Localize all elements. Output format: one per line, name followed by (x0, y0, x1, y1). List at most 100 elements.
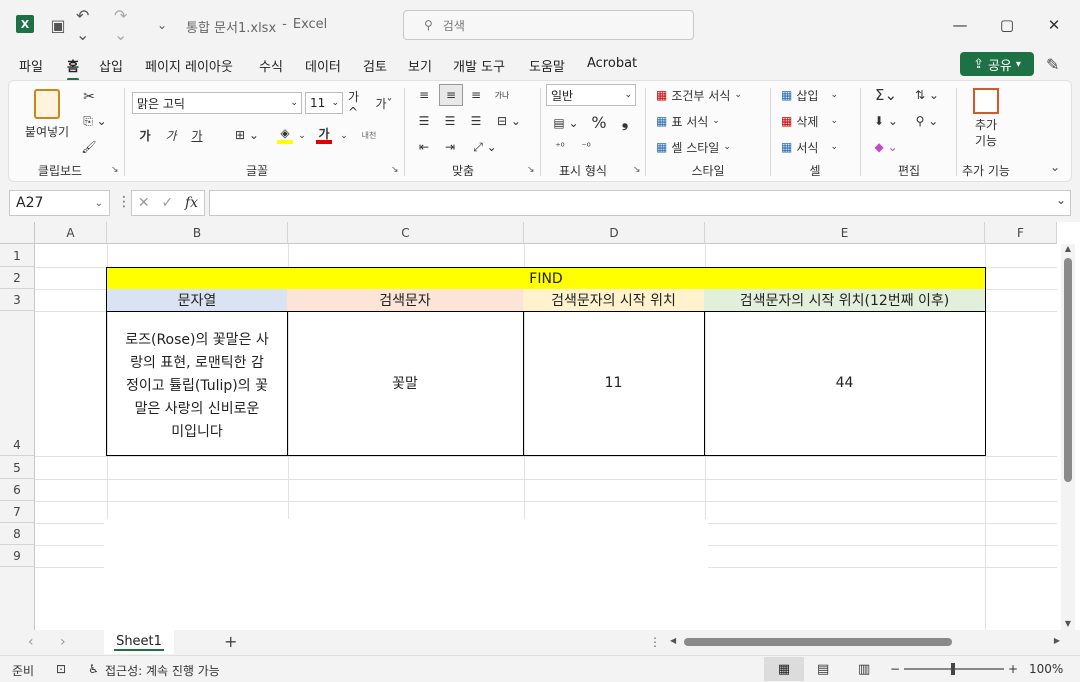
align-top-icon[interactable]: ≡ (414, 86, 434, 104)
autosum-icon[interactable]: Σ⌄ (870, 86, 902, 104)
zoom-in-icon[interactable]: + (1008, 662, 1018, 676)
delete-cells-button[interactable]: ▦ 삭제 ⌄ (781, 112, 838, 130)
align-right-icon[interactable]: ☰ (466, 112, 486, 130)
row-header-2[interactable]: 2 (0, 267, 35, 289)
currency-icon[interactable]: ▤ ⌄ (550, 114, 582, 132)
position-after-cell[interactable]: 44 (704, 311, 986, 456)
borders-icon[interactable]: ⊞ ⌄ (230, 126, 264, 144)
row-header-3[interactable]: 3 (0, 289, 35, 311)
format-painter-icon[interactable]: 🖌 (80, 138, 98, 156)
more-icon[interactable]: ⋮ (117, 194, 131, 210)
addins-button[interactable]: 추가 기능 (964, 86, 1008, 152)
enter-icon[interactable]: ✓ (161, 195, 173, 211)
phonetic-button[interactable]: 내천 (358, 126, 380, 144)
grow-font-button[interactable]: 가^ (348, 90, 368, 119)
dialog-launcher-icon[interactable]: ↘ (527, 165, 535, 175)
percent-icon[interactable]: % (590, 112, 608, 132)
prev-sheet-icon[interactable]: ‹ (28, 634, 34, 650)
paste-button[interactable]: 붙여넣기 (22, 86, 72, 142)
column-header-f[interactable]: F (985, 222, 1057, 244)
share-button[interactable]: ⇪ 공유 ▾ (960, 52, 1034, 76)
cut-icon[interactable]: ✂ (80, 88, 98, 106)
minimize-button[interactable]: — (937, 12, 983, 38)
align-middle-icon[interactable]: ≡ (439, 84, 463, 106)
column-header-d[interactable]: D (524, 222, 705, 244)
name-box[interactable]: A27 ⌄ (9, 190, 110, 216)
column-header-e[interactable]: E (705, 222, 985, 244)
decrease-decimal-icon[interactable]: ⁻⁰ (576, 138, 596, 156)
insert-cells-button[interactable]: ▦ 삽입 ⌄ (781, 86, 838, 104)
row-header-8[interactable]: 8 (0, 523, 35, 545)
row-header-7[interactable]: 7 (0, 501, 35, 523)
next-sheet-icon[interactable]: › (60, 634, 66, 650)
title-cell[interactable]: FIND (106, 267, 986, 290)
orientation-icon[interactable]: ⤢ ⌄ (470, 138, 500, 156)
sheet-tab-sheet1[interactable]: Sheet1 (104, 630, 174, 654)
undo-icon[interactable]: ↶ ⌄ (76, 6, 106, 44)
comma-icon[interactable]: ❟ (618, 112, 632, 132)
font-name-select[interactable]: 맑은 고딕 ⌄ (132, 92, 302, 114)
redo-icon[interactable]: ↷ ⌄ (114, 6, 144, 44)
more-icon[interactable]: ⋮ (649, 635, 661, 649)
underline-button[interactable]: 가 (188, 126, 206, 144)
zoom-level[interactable]: 100% (1029, 662, 1063, 676)
wrap-text-button[interactable]: 가나 (492, 86, 512, 104)
normal-view-icon[interactable]: ▦ (764, 657, 804, 681)
row-header-6[interactable]: 6 (0, 479, 35, 501)
zoom-slider[interactable] (904, 663, 1004, 675)
horizontal-scrollbar[interactable]: ◀ ▶ (670, 636, 1060, 648)
find-select-icon[interactable]: ⚲ ⌄ (910, 112, 944, 130)
tab-page-layout[interactable]: 페이지 레이아웃 (145, 56, 233, 75)
zoom-slider-thumb[interactable] (951, 663, 955, 675)
decrease-indent-icon[interactable]: ⇤ (414, 138, 434, 156)
page-layout-view-icon[interactable]: ▤ (817, 662, 829, 677)
search-box[interactable]: ⚲ 검색 (403, 10, 694, 40)
clear-icon[interactable]: ◆ ⌄ (870, 138, 902, 156)
italic-button[interactable]: 가 (162, 126, 180, 144)
header-cell-position[interactable]: 검색문자의 시작 위치 (523, 289, 705, 312)
number-format-select[interactable]: 일반 ⌄ (546, 84, 636, 106)
save-icon[interactable]: ▣ (48, 14, 68, 36)
tab-formulas[interactable]: 수식 (259, 56, 283, 75)
font-size-select[interactable]: 11 ⌄ (305, 92, 343, 114)
increase-indent-icon[interactable]: ⇥ (440, 138, 460, 156)
fill-color-icon[interactable]: ◈ (277, 126, 293, 144)
align-center-icon[interactable]: ☰ (440, 112, 460, 130)
select-all-corner[interactable] (0, 222, 35, 244)
ribbon-collapse-icon[interactable]: ⌄ (1050, 160, 1060, 174)
search-cell[interactable]: 꽃말 (287, 311, 524, 456)
dialog-launcher-icon[interactable]: ↘ (391, 165, 399, 175)
align-bottom-icon[interactable]: ≡ (466, 86, 486, 104)
macro-record-icon[interactable]: ⊡ (56, 662, 66, 676)
maximize-button[interactable]: ▢ (984, 12, 1030, 38)
scroll-right-icon[interactable]: ▶ (1054, 636, 1060, 645)
formula-input[interactable] (209, 190, 1071, 216)
insert-function-button[interactable]: fx (185, 195, 198, 211)
column-header-c[interactable]: C (288, 222, 524, 244)
chevron-down-icon[interactable]: ⌄ (338, 128, 350, 144)
conditional-format-button[interactable]: ▦ 조건부 서식 ⌄ (656, 86, 742, 104)
align-left-icon[interactable]: ☰ (414, 112, 434, 130)
tab-acrobat[interactable]: Acrobat (587, 56, 637, 71)
shrink-font-button[interactable]: 가ˇ (374, 94, 394, 112)
bold-button[interactable]: 가 (136, 126, 154, 144)
close-button[interactable]: ✕ (1031, 12, 1077, 38)
tab-developer[interactable]: 개발 도구 (453, 56, 505, 75)
scroll-left-icon[interactable]: ◀ (670, 636, 676, 645)
comments-icon[interactable]: ✎ (1046, 55, 1059, 74)
scroll-thumb[interactable] (684, 638, 952, 646)
format-table-button[interactable]: ▦ 표 서식 ⌄ (656, 112, 720, 130)
row-header-4[interactable]: 4 (0, 311, 35, 456)
header-cell-string[interactable]: 문자열 (106, 289, 288, 312)
quick-access-customize-icon[interactable]: ⌄ (152, 14, 172, 36)
font-color-button[interactable]: 가 (316, 126, 332, 144)
format-cells-button[interactable]: ▦ 서식 ⌄ (781, 138, 838, 156)
cell-styles-button[interactable]: ▦ 셀 스타일 ⌄ (656, 138, 731, 156)
chevron-down-icon[interactable]: ⌄ (296, 128, 308, 144)
header-cell-search[interactable]: 검색문자 (287, 289, 524, 312)
copy-icon[interactable]: ⎘ ⌄ (80, 112, 110, 130)
row-header-5[interactable]: 5 (0, 456, 35, 479)
tab-home[interactable]: 홈 (67, 56, 79, 81)
dialog-launcher-icon[interactable]: ↘ (633, 165, 641, 175)
cancel-icon[interactable]: ✕ (138, 195, 150, 211)
